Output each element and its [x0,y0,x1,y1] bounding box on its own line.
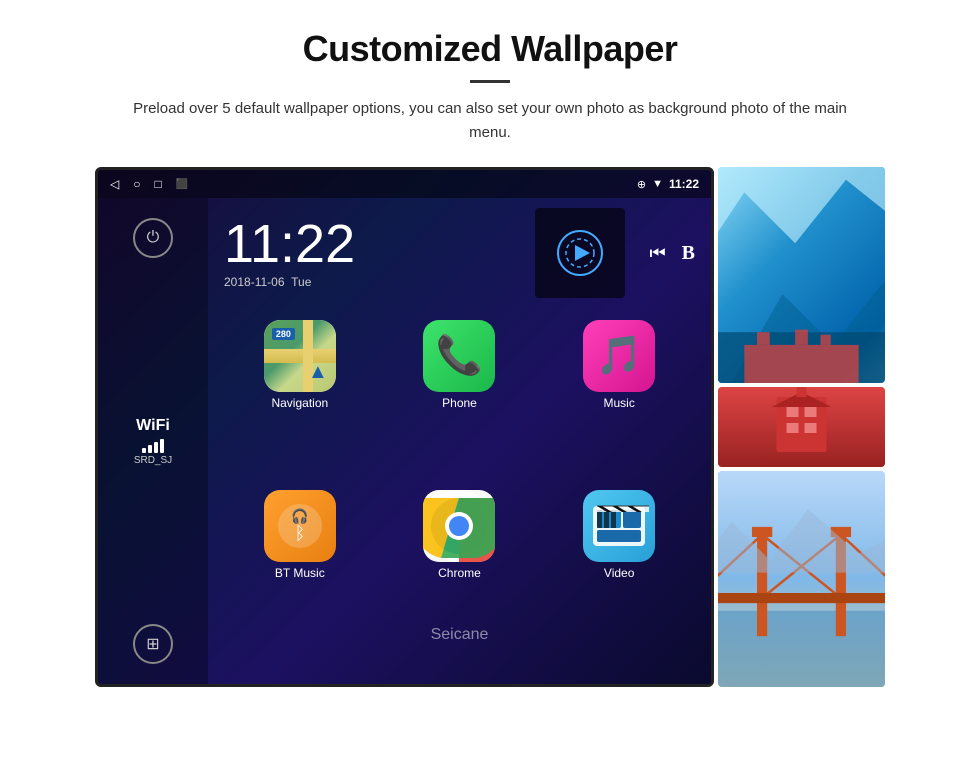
android-screen: ◁ ○ □ ⬛ ⊕ ▼ 11:22 ⏻ [95,167,714,687]
back-icon: ◁ [110,177,119,192]
btmusic-label: BT Music [275,566,325,580]
power-button[interactable]: ⏻ [133,218,173,258]
ice-wallpaper-svg [718,167,885,383]
wifi-ssid: SRD_SJ [134,455,172,466]
screenshot-icon: ⬛ [176,179,188,190]
phone-icon: 📞 [423,320,495,392]
clock-display: 11:22 2018-11-06 Tue [224,217,519,289]
wallpaper-thumb-bridge[interactable] [718,471,885,687]
nav-direction-icon: ▲ [308,361,328,384]
wifi-bar-1 [142,448,146,453]
svg-text:ᛒ: ᛒ [294,523,305,543]
center-area: 11:22 2018-11-06 Tue [208,198,711,684]
music-glyph: 🎵 [595,334,642,378]
gps-icon: ⊕ [637,178,646,191]
video-icon [583,490,655,562]
app-grid: 280 ▲ Navigation 📞 Phone [208,308,711,664]
navigation-icon: 280 ▲ [264,320,336,392]
wifi-bar-2 [148,445,152,453]
left-sidebar: ⏻ WiFi SRD_SJ ⊞ [98,198,208,684]
status-bar: ◁ ○ □ ⬛ ⊕ ▼ 11:22 [98,170,711,198]
music-label: Music [603,396,634,410]
video-svg [589,496,649,556]
wifi-label: WiFi [136,417,170,435]
recents-icon: □ [154,177,161,192]
wifi-bar-3 [154,442,158,453]
nav-map: 280 ▲ [264,320,336,392]
page-description: Preload over 5 default wallpaper options… [130,97,850,145]
nav-route-badge: 280 [272,328,295,340]
app-item-btmusic[interactable]: 🎧 ᛒ BT Music [224,490,376,652]
apps-grid-button[interactable]: ⊞ [133,624,173,664]
screen-content: ⏻ WiFi SRD_SJ ⊞ [98,198,711,684]
page-title: Customized Wallpaper [303,28,678,70]
wallpaper-thumb-tokyo[interactable] [718,387,885,467]
app-item-navigation[interactable]: 280 ▲ Navigation [224,320,376,482]
clock-area: 11:22 2018-11-06 Tue [208,198,711,308]
status-bar-left: ◁ ○ □ ⬛ [110,177,188,192]
wifi-signal-bars [142,437,164,453]
wallpaper-thumb-ice[interactable] [718,167,885,383]
btmusic-icon: 🎧 ᛒ [264,490,336,562]
wifi-bar-4 [160,439,164,453]
grid-icon: ⊞ [146,634,159,654]
clock-date: 2018-11-06 Tue [224,275,519,289]
power-icon: ⏻ [147,229,160,247]
watermark: Seicane [431,626,489,644]
chrome-label: Chrome [438,566,481,580]
home-icon: ○ [133,177,140,192]
video-label: Video [604,566,634,580]
music-icon: 🎵 [583,320,655,392]
chrome-svg [423,490,495,562]
prev-track-icon[interactable]: ⏮ [649,243,665,264]
media-controls: ⏮ B [649,242,695,265]
clock-time: 11:22 [224,217,519,271]
wallpaper-thumbnails-panel [718,167,885,687]
bluetooth-music-svg: 🎧 ᛒ [275,501,325,551]
phone-glyph: 📞 [436,334,483,378]
wifi-widget: WiFi SRD_SJ [134,417,172,466]
status-bar-right: ⊕ ▼ 11:22 [637,177,699,191]
title-divider [470,80,510,83]
app-item-video[interactable]: Video [543,490,695,652]
phone-label: Phone [442,396,477,410]
track-label: B [682,242,695,265]
app-item-phone[interactable]: 📞 Phone [384,320,536,482]
status-time: 11:22 [669,177,699,191]
navigation-label: Navigation [271,396,328,410]
tokyo-wallpaper-svg [718,387,885,467]
media-widget[interactable] [535,208,625,298]
app-item-music[interactable]: 🎵 Music [543,320,695,482]
chrome-icon [423,490,495,562]
signal-icon: ▼ [652,178,663,190]
media-icon [555,228,605,278]
device-wrapper: ◁ ○ □ ⬛ ⊕ ▼ 11:22 ⏻ [95,167,885,687]
bridge-wallpaper-svg [718,471,885,687]
